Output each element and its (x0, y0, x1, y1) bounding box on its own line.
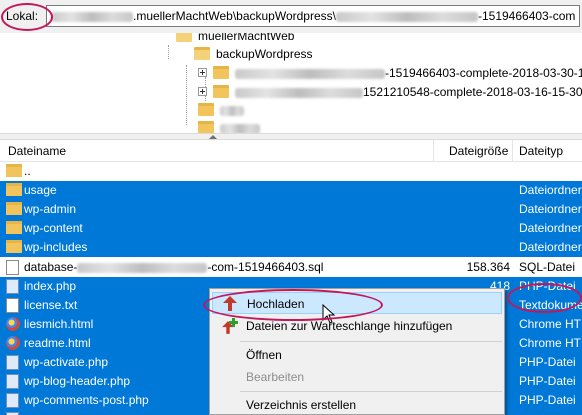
redacted-text (335, 11, 478, 22)
tree-item-label: muellerMachtWeb (198, 33, 295, 43)
php-file-icon (6, 279, 19, 294)
php-file-icon (6, 393, 19, 408)
column-header-type[interactable]: Dateityp (519, 144, 563, 158)
file-type: Dateiordner (519, 183, 582, 197)
annotation-circle (1, 3, 53, 31)
annotation-circle (507, 283, 582, 313)
text-file-icon (6, 298, 19, 313)
menu-item-create-directory[interactable]: Verzeichnis erstellen (212, 394, 502, 415)
file-name: wp-content (24, 221, 83, 235)
file-type: Dateiordner (519, 240, 582, 254)
file-type: PHP-Datei (519, 393, 576, 407)
folder-icon (198, 103, 214, 116)
chrome-html-icon (6, 317, 20, 331)
file-name: usage (24, 183, 57, 197)
file-type: Chrome HT (519, 317, 582, 331)
file-icon (6, 260, 19, 275)
add-to-queue-icon (222, 318, 238, 334)
list-item[interactable]: usage Dateiordner (0, 181, 582, 200)
file-name: readme.html (24, 336, 91, 350)
tree-item-label: -1519466403-complete-2018-03-30-1 (385, 66, 582, 80)
redacted-text (220, 123, 260, 133)
file-type: Chrome HT (519, 336, 582, 350)
tree-item-label: 1521210548-complete-2018-03-16-15-30-0 (363, 85, 582, 99)
file-name: license.txt (24, 298, 78, 312)
folder-icon (198, 121, 214, 133)
tree-item-folder[interactable] (198, 103, 244, 123)
local-path-bar: Lokal: .muellerMachtWeb\backupWordpress\… (0, 0, 582, 33)
list-item[interactable]: wp-includes Dateiordner (0, 238, 582, 257)
file-type: PHP-Datei (519, 355, 576, 369)
list-item-sql[interactable]: database- -com-1519466403.sql 158.364 SQL… (0, 258, 582, 277)
pane-splitter[interactable] (0, 133, 582, 140)
redacted-text (235, 87, 363, 98)
redacted-text (77, 262, 208, 273)
tree-item-backup-1[interactable]: -1519466403-complete-2018-03-30-1 (198, 66, 582, 86)
file-name: liesmich.html (24, 317, 94, 331)
menu-item-label: Dateien zur Warteschlange hinzufügen (246, 319, 453, 333)
folder-icon (6, 202, 22, 215)
tree-item-label: backupWordpress (216, 47, 313, 61)
list-item-parent[interactable]: .. (0, 162, 582, 181)
menu-item-label: Öffnen (246, 348, 282, 362)
column-header-name[interactable]: Dateiname (8, 144, 66, 158)
chrome-html-icon (6, 336, 20, 350)
php-file-icon (6, 374, 19, 389)
local-directory-tree: muellerMachtWeb backupWordpress -1519466… (0, 33, 582, 133)
file-name: index.php (24, 279, 77, 293)
file-name: wp-comments-post.php (24, 393, 149, 407)
file-name: wp-blog-header.php (24, 374, 131, 388)
file-name: .. (24, 164, 31, 178)
php-file-icon (6, 355, 19, 370)
menu-item-edit: Bearbeiten (212, 366, 502, 388)
folder-icon (6, 240, 22, 253)
redacted-text (220, 105, 244, 116)
menu-item-open[interactable]: Öffnen (212, 344, 502, 366)
menu-item-label: Bearbeiten (246, 370, 305, 384)
list-item[interactable]: wp-admin Dateiordner (0, 200, 582, 219)
collapse-arrow-icon[interactable] (209, 135, 217, 139)
redacted-text (235, 68, 385, 79)
file-name: wp-admin (24, 202, 77, 216)
tree-item-backup-2[interactable]: 1521210548-complete-2018-03-16-15-30-0 (198, 85, 582, 105)
folder-open-icon (176, 33, 192, 42)
annotation-circle (203, 289, 383, 321)
file-list-header: Dateiname Dateigröße Dateityp (0, 140, 582, 162)
tree-item-backupwordpress[interactable]: backupWordpress (194, 47, 313, 67)
file-name: database- -com-1519466403.sql (24, 260, 324, 274)
menu-item-label: Verzeichnis erstellen (246, 398, 357, 412)
path-segment: .muellerMachtWeb\backupWordpress\ (133, 9, 336, 23)
tree-item-folder[interactable] (198, 121, 260, 133)
expand-icon[interactable] (198, 68, 207, 77)
folder-icon (6, 221, 22, 234)
folder-icon (213, 66, 229, 79)
file-name: wp-activate.php (24, 355, 109, 369)
path-segment: -1519466403-com (477, 9, 576, 23)
file-type: Dateiordner (519, 221, 582, 235)
folder-open-icon (194, 47, 210, 60)
folder-icon (6, 164, 22, 177)
list-item[interactable]: wp-content Dateiordner (0, 219, 582, 238)
file-type: PHP-Datei (519, 374, 576, 388)
column-header-size[interactable]: Dateigröße (449, 144, 508, 158)
redacted-text (51, 11, 133, 22)
file-name: wp-includes (24, 240, 88, 254)
folder-icon (213, 85, 229, 98)
local-path-input[interactable]: .muellerMachtWeb\backupWordpress\ -151946… (46, 5, 580, 27)
file-size: 158.364 (466, 260, 510, 274)
file-type: Dateiordner (519, 202, 582, 216)
folder-icon (6, 183, 22, 196)
expand-icon[interactable] (198, 87, 207, 96)
file-type: SQL-Datei (519, 260, 576, 274)
local-path-text: .muellerMachtWeb\backupWordpress\ -151946… (51, 9, 575, 23)
